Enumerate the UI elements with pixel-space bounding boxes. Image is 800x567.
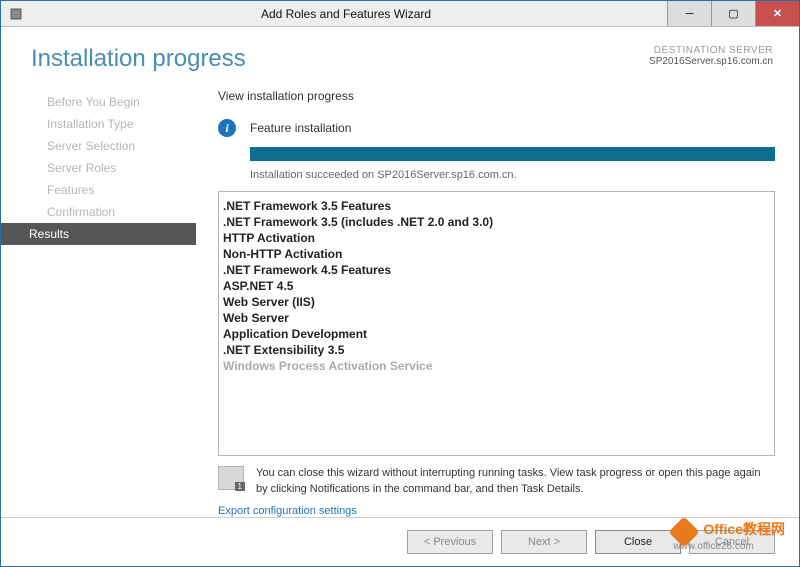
sidebar-item-server-selection: Server Selection [1, 135, 196, 157]
main-heading: View installation progress [218, 89, 775, 103]
wizard-body: Before You Begin Installation Type Serve… [1, 85, 799, 517]
sidebar-item-before-you-begin: Before You Begin [1, 91, 196, 113]
sidebar-item-confirmation: Confirmation [1, 201, 196, 223]
destination-label: DESTINATION SERVER [649, 45, 773, 56]
destination-server-name: SP2016Server.sp16.com.cn [649, 56, 773, 67]
feature-list[interactable]: .NET Framework 3.5 Features .NET Framewo… [218, 191, 775, 456]
sidebar-item-installation-type: Installation Type [1, 113, 196, 135]
status-message: Installation succeeded on SP2016Server.s… [250, 169, 775, 181]
wizard-header: Installation progress DESTINATION SERVER… [1, 27, 799, 85]
sidebar-item-features: Features [1, 179, 196, 201]
maximize-button[interactable]: ▢ [711, 1, 755, 26]
info-icon: i [218, 119, 236, 137]
progress-bar [250, 147, 775, 161]
minimize-button[interactable]: ─ [667, 1, 711, 26]
wizard-footer: < Previous Next > Close Cancel [1, 517, 799, 566]
note-row: You can close this wizard without interr… [218, 456, 775, 505]
previous-button: < Previous [407, 530, 493, 554]
feature-item: .NET Framework 4.5 Features [223, 262, 770, 278]
feature-item: .NET Framework 3.5 (includes .NET 2.0 an… [223, 214, 770, 230]
feature-item: Web Server (IIS) [223, 294, 770, 310]
feature-item: HTTP Activation [223, 230, 770, 246]
status-label: Feature installation [250, 121, 351, 135]
feature-item: .NET Extensibility 3.5 [223, 342, 770, 358]
titlebar[interactable]: Add Roles and Features Wizard ─ ▢ ✕ [1, 1, 799, 27]
destination-server-info: DESTINATION SERVER SP2016Server.sp16.com… [649, 45, 773, 67]
status-row: i Feature installation [218, 119, 775, 137]
feature-item: Application Development [223, 326, 770, 342]
cancel-button: Cancel [689, 530, 775, 554]
feature-item: ASP.NET 4.5 [223, 278, 770, 294]
window-title: Add Roles and Features Wizard [25, 7, 667, 21]
feature-item: Windows Process Activation Service [223, 358, 770, 374]
app-icon [7, 5, 25, 23]
flag-icon [218, 466, 244, 490]
wizard-window: Add Roles and Features Wizard ─ ▢ ✕ Inst… [0, 0, 800, 567]
feature-item: Non-HTTP Activation [223, 246, 770, 262]
feature-item: Web Server [223, 310, 770, 326]
sidebar-item-results[interactable]: Results [1, 223, 196, 245]
wizard-sidebar: Before You Begin Installation Type Serve… [1, 85, 196, 517]
next-button: Next > [501, 530, 587, 554]
window-buttons: ─ ▢ ✕ [667, 1, 799, 26]
close-wizard-button[interactable]: Close [595, 530, 681, 554]
note-text: You can close this wizard without interr… [256, 466, 775, 497]
wizard-main: View installation progress i Feature ins… [196, 85, 799, 517]
sidebar-item-server-roles: Server Roles [1, 157, 196, 179]
export-config-link[interactable]: Export configuration settings [218, 505, 775, 517]
close-button[interactable]: ✕ [755, 1, 799, 26]
feature-item: .NET Framework 3.5 Features [223, 198, 770, 214]
page-title: Installation progress [31, 45, 246, 73]
